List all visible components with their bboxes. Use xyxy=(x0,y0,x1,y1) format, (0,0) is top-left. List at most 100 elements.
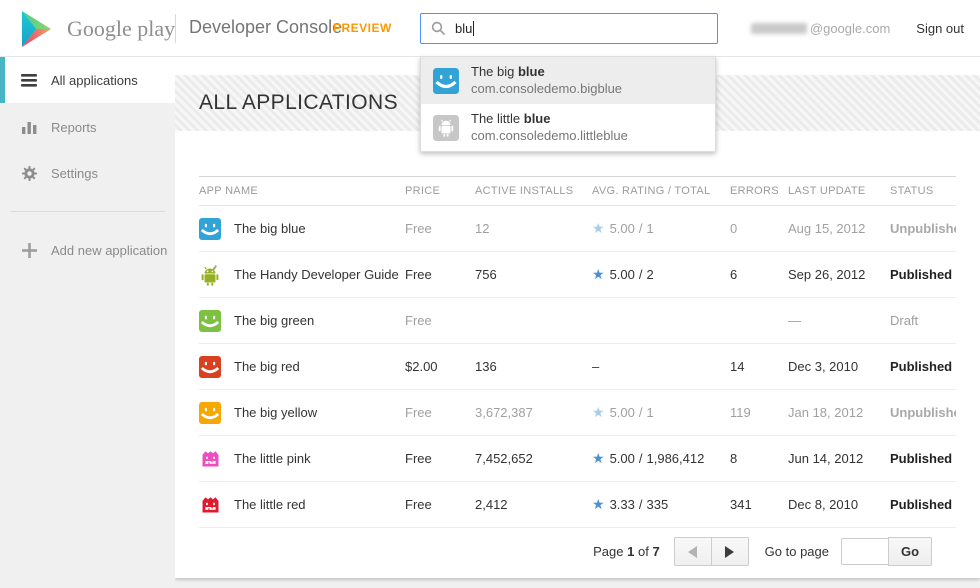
table-row[interactable]: The Handy Developer Guide Free 756 ★5.00… xyxy=(199,252,956,298)
table-row[interactable]: The big green Free — Draft xyxy=(199,298,956,344)
table-row[interactable]: The little pink Free 7,452,652 ★5.00/1,9… xyxy=(199,436,956,482)
app-installs: 2,412 xyxy=(475,497,592,512)
app-price: $2.00 xyxy=(405,359,475,374)
app-errors: 0 xyxy=(730,221,788,236)
sidebar-item-label: Settings xyxy=(51,166,98,181)
bar-chart-icon xyxy=(20,120,38,134)
android-pencil-app-icon xyxy=(199,264,221,286)
account-email: @google.com xyxy=(751,21,890,36)
suggestion-little-blue[interactable]: The little blue com.consoledemo.littlebl… xyxy=(421,104,715,151)
sidebar-item-settings[interactable]: Settings xyxy=(0,151,175,195)
brand-logo[interactable]: Google play xyxy=(22,0,175,57)
go-to-page-input[interactable] xyxy=(841,538,889,565)
app-errors: 8 xyxy=(730,451,788,466)
next-arrow-icon xyxy=(725,546,734,558)
sidebar-item-all-applications[interactable]: All applications xyxy=(0,57,175,103)
page-indicator: Page 1 of 7 xyxy=(593,544,660,559)
android-gray-app-icon xyxy=(433,115,459,141)
column-app-name: APP NAME xyxy=(199,185,405,197)
app-installs: 756 xyxy=(475,267,592,282)
yellow-smiley-app-icon xyxy=(199,402,221,424)
table-row[interactable]: The little red Free 2,412 ★3.33/335 341 … xyxy=(199,482,956,528)
sidebar-item-reports[interactable]: Reports xyxy=(0,105,175,149)
app-last-update: Dec 8, 2010 xyxy=(788,497,890,512)
column-errors: ERRORS xyxy=(730,185,788,197)
table-row[interactable]: The big yellow Free 3,672,387 ★5.00/1 11… xyxy=(199,390,956,436)
app-name: The little pink xyxy=(234,451,311,466)
sidebar-divider xyxy=(10,211,165,212)
app-price: Free xyxy=(405,313,475,328)
app-errors: 119 xyxy=(730,405,788,420)
search-suggestions-dropdown: The big blue com.consoledemo.bigblue The… xyxy=(420,57,716,152)
suggestion-package: com.consoledemo.bigblue xyxy=(471,80,622,97)
app-errors: 341 xyxy=(730,497,788,512)
sidebar-item-add-new-application[interactable]: Add new application xyxy=(0,228,175,272)
go-button[interactable]: Go xyxy=(888,537,932,566)
next-page-button[interactable] xyxy=(711,537,749,566)
status-badge: Unpublished xyxy=(890,221,956,236)
list-icon xyxy=(20,74,38,87)
app-installs: 3,672,387 xyxy=(475,405,592,420)
green-smiley-app-icon xyxy=(199,310,221,332)
search-icon xyxy=(431,21,446,36)
status-badge: Unpublished xyxy=(890,405,956,420)
column-active-installs: ACTIVE INSTALLS xyxy=(475,185,592,197)
account-area: @google.com Sign out xyxy=(751,0,964,57)
red-monster-app-icon xyxy=(199,494,221,516)
star-icon: ★ xyxy=(592,404,605,420)
suggestion-match: blue xyxy=(518,64,545,79)
search-input[interactable]: blu xyxy=(420,13,718,44)
app-price: Free xyxy=(405,451,475,466)
app-price: Free xyxy=(405,267,475,282)
app-rating: ★5.00/1,986,412 xyxy=(592,450,730,467)
status-badge: Published xyxy=(890,451,956,466)
applications-table: APP NAME PRICE ACTIVE INSTALLS AVG. RATI… xyxy=(199,176,956,575)
sidebar: All applications Reports xyxy=(0,57,175,588)
header-divider xyxy=(175,14,176,43)
search-value: blu xyxy=(455,21,472,36)
preview-badge: PREVIEW xyxy=(333,21,392,35)
star-icon: ★ xyxy=(592,450,605,466)
pink-monster-app-icon xyxy=(199,448,221,470)
app-installs: 136 xyxy=(475,359,592,374)
prev-arrow-icon xyxy=(688,546,697,558)
app-last-update: — xyxy=(788,313,890,328)
suggestion-title: The little xyxy=(471,111,524,126)
text-caret xyxy=(473,21,474,36)
sign-out-link[interactable]: Sign out xyxy=(916,21,964,36)
app-errors: 6 xyxy=(730,267,788,282)
app-errors: 14 xyxy=(730,359,788,374)
app-last-update: Aug 15, 2012 xyxy=(788,221,890,236)
column-status: STATUS xyxy=(890,185,956,197)
app-name: The little red xyxy=(234,497,306,512)
star-icon: ★ xyxy=(592,266,605,282)
blue-smiley-app-icon xyxy=(433,68,459,94)
app-rating: ★5.00/1 xyxy=(592,220,730,237)
pagination-bar: Page 1 of 7 Go to page Go xyxy=(223,528,932,575)
column-last-update: LAST UPDATE xyxy=(788,185,890,197)
app-price: Free xyxy=(405,221,475,236)
app-installs: 12 xyxy=(475,221,592,236)
suggestion-package: com.consoledemo.littleblue xyxy=(471,127,628,144)
app-name: The big yellow xyxy=(234,405,317,420)
app-name: The big blue xyxy=(234,221,306,236)
app-name: The big green xyxy=(234,313,314,328)
app-rating: ★3.33/335 xyxy=(592,496,730,513)
current-page: 1 xyxy=(627,544,634,559)
app-name: The big red xyxy=(234,359,300,374)
sidebar-item-label: Reports xyxy=(51,120,97,135)
google-play-icon xyxy=(22,11,54,47)
table-row[interactable]: The big blue Free 12 ★5.00/1 0 Aug 15, 2… xyxy=(199,206,956,252)
plus-icon xyxy=(20,243,38,258)
star-icon: ★ xyxy=(592,220,605,236)
app-rating: ★5.00/1 xyxy=(592,404,730,421)
app-last-update: Dec 3, 2010 xyxy=(788,359,890,374)
go-to-page-label: Go to page xyxy=(765,544,829,559)
status-badge: Published xyxy=(890,497,956,512)
table-row[interactable]: The big red $2.00 136 – 14 Dec 3, 2010 P… xyxy=(199,344,956,390)
app-price: Free xyxy=(405,405,475,420)
product-title: Developer Console xyxy=(189,17,342,38)
previous-page-button[interactable] xyxy=(674,537,712,566)
account-email-redacted xyxy=(751,23,807,34)
suggestion-big-blue[interactable]: The big blue com.consoledemo.bigblue xyxy=(421,57,715,104)
